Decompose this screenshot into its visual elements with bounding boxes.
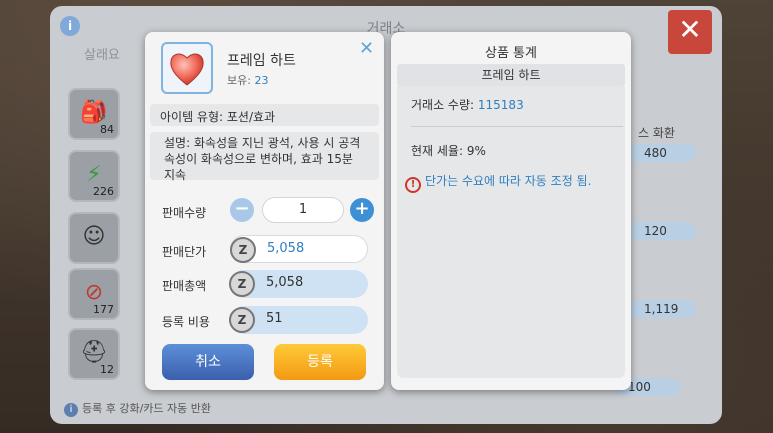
- owned-count: 보유: 23: [227, 72, 268, 88]
- quantity-label: 판매수량: [162, 206, 207, 220]
- zeny-coin-icon: Z: [230, 237, 256, 263]
- item-icon-frame: [161, 42, 213, 94]
- footer-note: i 등록 후 강화/카드 자동 반환: [64, 400, 211, 417]
- fee-label: 등록 비용: [162, 315, 210, 329]
- tax-rate: 현재 세율: 9%: [411, 142, 486, 159]
- increase-button[interactable]: +: [350, 198, 374, 222]
- item-description: 설명: 화속성을 지닌 광석, 사용 시 공격 속성이 화속성으로 변하며, 효…: [150, 132, 379, 182]
- close-icon[interactable]: ✕: [668, 10, 712, 54]
- lightning-icon: ⚡: [86, 162, 102, 187]
- warning-icon: !: [405, 177, 421, 193]
- owned-label: 보유:: [227, 74, 251, 87]
- stats-item-name: 프레임 하트: [397, 64, 625, 86]
- heart-icon: [170, 53, 204, 86]
- tab-sell[interactable]: 살래요: [84, 44, 120, 63]
- stats-body: 거래소 수량: 115183 현재 세율: 9%: [397, 86, 625, 378]
- decrease-button[interactable]: −: [230, 198, 254, 222]
- sell-dialog: 프레임 하트 보유: 23 ✕ 아이템 유형: 포션/효과 설명: 화속성을 지…: [145, 32, 384, 390]
- fee-value: 51: [266, 311, 283, 326]
- register-button[interactable]: 등록: [274, 344, 366, 380]
- exchange-qty: 거래소 수량: 115183: [411, 96, 524, 113]
- character-card-icon: ☺: [82, 224, 106, 249]
- exchange-qty-label: 거래소 수량:: [411, 98, 475, 112]
- zeny-coin-icon: Z: [229, 307, 255, 333]
- slot-count: 177: [93, 303, 114, 316]
- stats-title: 상품 통계: [485, 46, 537, 61]
- inventory-slot[interactable]: ☺: [68, 212, 120, 264]
- forbidden-icon: ⊘: [84, 280, 104, 305]
- item-type: 아이템 유형: 포션/효과: [150, 104, 379, 126]
- price-pill: 480: [630, 144, 696, 162]
- price-pill: 120: [630, 222, 696, 240]
- inventory-slot[interactable]: ⊘ 177: [68, 268, 120, 320]
- inventory-slot[interactable]: ⛑ 12: [68, 328, 120, 380]
- quantity-input[interactable]: 1: [262, 197, 344, 223]
- fee-field: Z 51: [229, 306, 368, 334]
- stats-panel: 상품 통계 프레임 하트 거래소 수량: 115183 현재 세율: 9% ! 단…: [391, 32, 631, 390]
- item-name: 프레임 하트: [227, 53, 296, 69]
- unit-price-input[interactable]: Z 5,058: [230, 235, 368, 263]
- tax-label: 현재 세율:: [411, 144, 464, 158]
- unit-price-label: 판매단가: [162, 245, 207, 259]
- footer-note-text: 등록 후 강화/카드 자동 반환: [82, 402, 212, 415]
- currency-label: 스 화환: [638, 126, 675, 140]
- price-pill: 1,119: [630, 300, 696, 318]
- cancel-button[interactable]: 취소: [162, 344, 254, 380]
- slot-count: 84: [100, 123, 114, 136]
- slot-count: 12: [100, 363, 114, 376]
- helmet-icon: ⛑: [80, 340, 108, 365]
- info-icon: i: [64, 403, 78, 417]
- exchange-qty-value: 115183: [477, 98, 524, 112]
- total-label: 판매총액: [162, 279, 207, 293]
- divider: [411, 126, 623, 127]
- unit-price-value: 5,058: [267, 241, 305, 256]
- inventory-slot[interactable]: 🎒 84: [68, 88, 120, 140]
- close-icon[interactable]: ✕: [359, 38, 374, 59]
- price-notice: ! 단가는 수요에 따라 자동 조정 됨.: [405, 172, 591, 193]
- total-value: 5,058: [266, 275, 304, 290]
- zeny-coin-icon: Z: [229, 271, 255, 297]
- owned-value: 23: [254, 74, 269, 87]
- price-notice-text: 단가는 수요에 따라 자동 조정 됨.: [425, 174, 592, 188]
- inventory-slot[interactable]: ⚡ 226: [68, 150, 120, 202]
- slot-count: 226: [93, 185, 114, 198]
- total-field: Z 5,058: [229, 270, 368, 298]
- tax-value: 9%: [466, 144, 486, 158]
- bag-icon: 🎒: [80, 100, 108, 125]
